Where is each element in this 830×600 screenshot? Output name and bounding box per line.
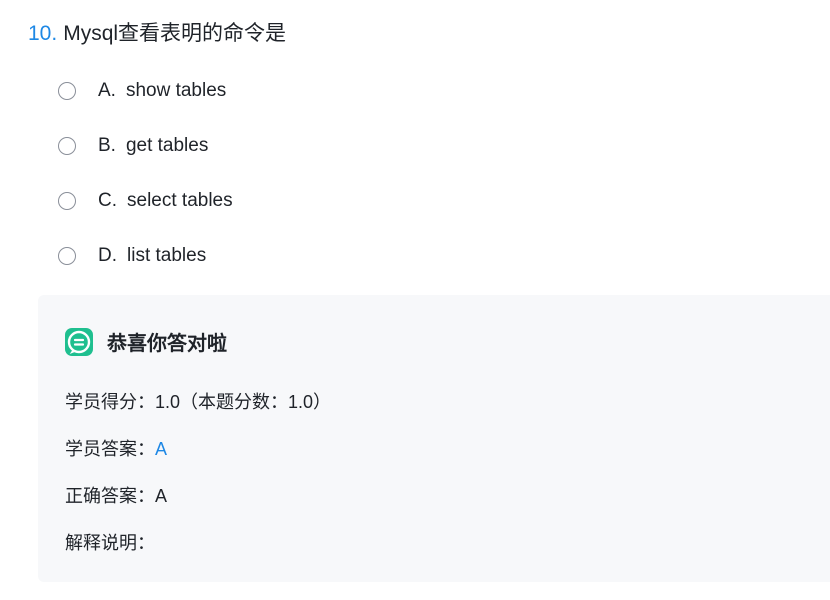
explanation-line: 解释说明： [65,529,155,555]
score-value: 1.0（本题分数：1.0） [155,392,332,412]
correct-answer-line: 正确答案：A [65,482,167,508]
option-text: list tables [127,245,207,266]
radio-button-c[interactable] [58,192,76,210]
score-label: 学员得分： [65,392,155,412]
option-text: select tables [127,190,233,211]
question-title: 10. Mysql查看表明的命令是 [28,20,286,48]
option-letter: A. [98,80,116,101]
explanation-label: 解释说明： [65,533,155,553]
option-letter: D. [98,245,117,266]
radio-button-a[interactable] [58,82,76,100]
question-text: Mysql查看表明的命令是 [63,22,287,45]
radio-button-d[interactable] [58,247,76,265]
option-a[interactable]: A. show tables [58,74,233,108]
correct-answer-value: A [155,486,168,506]
score-line: 学员得分：1.0（本题分数：1.0） [65,388,331,414]
result-panel: 恭喜你答对啦 学员得分：1.0（本题分数：1.0） 学员答案：A 正确答案：A … [38,295,830,582]
option-text: get tables [125,135,209,156]
correct-answer-label: 正确答案： [65,486,155,506]
radio-button-b[interactable] [58,137,76,155]
option-d[interactable]: D. list tables [58,239,233,273]
student-answer-label: 学员答案： [65,439,155,459]
question-number: 10. [28,22,58,45]
option-letter: C. [98,190,117,211]
option-b[interactable]: B. get tables [58,129,233,163]
result-header: 恭喜你答对啦 [65,327,227,356]
student-answer-value: A [155,439,168,459]
option-c[interactable]: C. select tables [58,184,233,218]
question-card: 10. Mysql查看表明的命令是 A. show tables B. get t… [0,0,830,600]
option-text: show tables [125,80,227,101]
chat-bubble-icon [65,327,93,356]
student-answer-line: 学员答案：A [65,435,167,461]
option-letter: B. [98,135,116,156]
options-list: A. show tables B. get tables C. select t… [58,74,233,294]
result-title: 恭喜你答对啦 [107,333,227,355]
